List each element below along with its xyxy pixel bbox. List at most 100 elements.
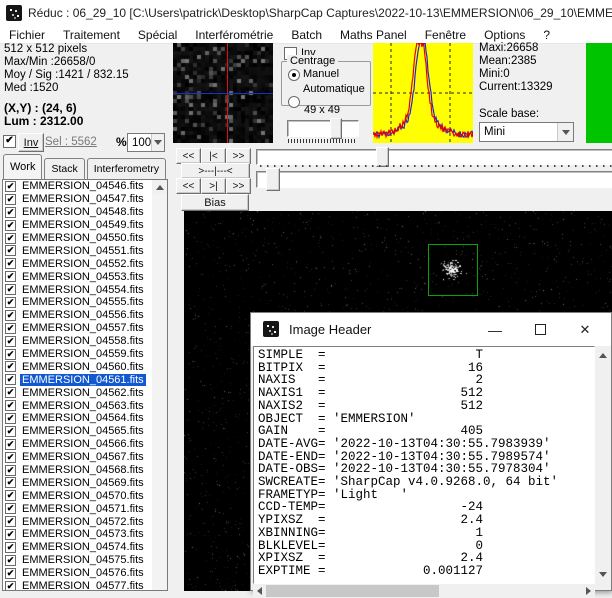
file-checkbox[interactable]: ✔ xyxy=(5,413,16,424)
file-checkbox[interactable]: ✔ xyxy=(5,490,16,501)
list-item[interactable]: ✔EMMERSION_04568.fits xyxy=(3,464,167,477)
menu-item-options[interactable]: Options xyxy=(475,28,534,42)
file-checkbox[interactable]: ✔ xyxy=(5,581,16,591)
nav-prev-fast-button[interactable]: << xyxy=(176,148,201,164)
menu-item-traitement[interactable]: Traitement xyxy=(54,28,129,42)
list-item[interactable]: ✔EMMERSION_04555.fits xyxy=(3,296,167,309)
list-item[interactable]: ✔EMMERSION_04557.fits xyxy=(3,322,167,335)
file-checkbox[interactable]: ✔ xyxy=(5,336,16,347)
list-item[interactable]: ✔EMMERSION_04559.fits xyxy=(3,348,167,361)
box-size-slider[interactable] xyxy=(287,120,359,137)
maximize-button[interactable] xyxy=(518,313,562,346)
list-item[interactable]: ✔EMMERSION_04547.fits xyxy=(3,193,167,206)
dialog-title-bar[interactable]: Image Header — ✕ xyxy=(251,313,611,346)
nav-current-button[interactable]: >| xyxy=(201,178,226,194)
radio-manual[interactable] xyxy=(288,69,300,81)
list-item[interactable]: ✔EMMERSION_04563.fits xyxy=(3,399,167,412)
file-checkbox[interactable]: ✔ xyxy=(5,374,16,385)
scroll-right-button[interactable] xyxy=(582,584,595,598)
scale-base-select[interactable]: Mini xyxy=(479,122,574,142)
file-checkbox[interactable]: ✔ xyxy=(5,400,16,411)
file-checkbox[interactable]: ✔ xyxy=(5,220,16,231)
inv-checkbox[interactable]: ✔ xyxy=(3,135,16,148)
list-item[interactable]: ✔EMMERSION_04560.fits xyxy=(3,360,167,373)
nav-next-fast-button[interactable]: >> xyxy=(226,148,251,164)
file-checkbox[interactable]: ✔ xyxy=(5,233,16,244)
nav-prev-button[interactable]: << xyxy=(176,178,201,194)
sel-count-link[interactable]: Sel : 5562 xyxy=(45,136,97,148)
minimize-button[interactable]: — xyxy=(473,313,517,346)
close-button[interactable]: ✕ xyxy=(563,313,607,346)
file-checkbox[interactable]: ✔ xyxy=(5,542,16,553)
file-checkbox[interactable]: ✔ xyxy=(5,207,16,218)
list-item[interactable]: ✔EMMERSION_04564.fits xyxy=(3,412,167,425)
menu-item-maths-panel[interactable]: Maths Panel xyxy=(331,28,416,42)
list-item[interactable]: ✔EMMERSION_04549.fits xyxy=(3,219,167,232)
radio-manual-label[interactable]: Manuel xyxy=(303,68,339,80)
file-checkbox[interactable]: ✔ xyxy=(5,439,16,450)
fits-header-panel[interactable]: SIMPLE = T BITPIX = 16 NAXIS = 2 NAXIS1 … xyxy=(253,346,595,584)
list-item[interactable]: ✔EMMERSION_04571.fits xyxy=(3,502,167,515)
zoom-dropdown-arrow[interactable] xyxy=(151,134,164,151)
file-checkbox[interactable]: ✔ xyxy=(5,529,16,540)
file-checkbox[interactable]: ✔ xyxy=(5,465,16,476)
dialog-hscrollbar[interactable] xyxy=(253,584,595,598)
frame-slider[interactable] xyxy=(256,149,612,165)
tab-interferometry[interactable]: Interferometry xyxy=(87,158,166,179)
file-checkbox[interactable]: ✔ xyxy=(5,361,16,372)
file-checkbox[interactable]: ✔ xyxy=(5,349,16,360)
file-list[interactable]: ✔EMMERSION_04546.fits✔EMMERSION_04547.fi… xyxy=(2,179,168,591)
list-item[interactable]: ✔EMMERSION_04574.fits xyxy=(3,541,167,554)
file-checkbox[interactable]: ✔ xyxy=(5,258,16,269)
file-checkbox[interactable]: ✔ xyxy=(5,323,16,334)
list-item[interactable]: ✔EMMERSION_04554.fits xyxy=(3,283,167,296)
file-checkbox[interactable]: ✔ xyxy=(5,310,16,321)
list-item[interactable]: ✔EMMERSION_04567.fits xyxy=(3,451,167,464)
file-checkbox[interactable]: ✔ xyxy=(5,284,16,295)
menu-item-batch[interactable]: Batch xyxy=(282,28,331,42)
file-checkbox[interactable]: ✔ xyxy=(5,426,16,437)
list-item[interactable]: ✔EMMERSION_04562.fits xyxy=(3,386,167,399)
bias-button[interactable]: Bias xyxy=(181,194,249,211)
nav-center-button[interactable]: >---|---< xyxy=(181,163,250,179)
file-checkbox[interactable]: ✔ xyxy=(5,477,16,488)
list-item[interactable]: ✔EMMERSION_04565.fits xyxy=(3,425,167,438)
tab-work[interactable]: Work xyxy=(3,154,42,179)
file-checkbox[interactable]: ✔ xyxy=(5,181,16,192)
list-item[interactable]: ✔EMMERSION_04575.fits xyxy=(3,554,167,567)
menu-item-?[interactable]: ? xyxy=(534,28,559,42)
list-item[interactable]: ✔EMMERSION_04558.fits xyxy=(3,335,167,348)
scale-base-dropdown-arrow[interactable] xyxy=(557,123,573,141)
list-item[interactable]: ✔EMMERSION_04546.fits xyxy=(3,180,167,193)
list-item[interactable]: ✔EMMERSION_04573.fits xyxy=(3,528,167,541)
frame-slider-thumb[interactable] xyxy=(376,147,389,167)
scroll-left-button[interactable] xyxy=(253,584,266,598)
tab-stack[interactable]: Stack xyxy=(44,158,84,179)
list-item[interactable]: ✔EMMERSION_04577.fits xyxy=(3,580,167,591)
list-item[interactable]: ✔EMMERSION_04576.fits xyxy=(3,567,167,580)
file-checkbox[interactable]: ✔ xyxy=(5,271,16,282)
inv-button[interactable]: Inv xyxy=(18,133,44,152)
list-item[interactable]: ✔EMMERSION_04552.fits xyxy=(3,257,167,270)
threshold-slider-thumb[interactable] xyxy=(266,168,280,191)
hscrollbar-thumb[interactable] xyxy=(266,585,439,597)
threshold-slider[interactable] xyxy=(256,171,612,188)
menu-item-fen-tre[interactable]: Fenêtre xyxy=(416,28,475,42)
zoom-thumbnail[interactable] xyxy=(173,43,273,143)
radio-automatic-label[interactable]: Automatique xyxy=(303,83,365,95)
zoom-select[interactable]: 100 xyxy=(127,133,165,152)
list-item[interactable]: ✔EMMERSION_04570.fits xyxy=(3,489,167,502)
list-item[interactable]: ✔EMMERSION_04548.fits xyxy=(3,206,167,219)
file-checkbox[interactable]: ✔ xyxy=(5,297,16,308)
file-checkbox[interactable]: ✔ xyxy=(5,194,16,205)
menu-item-fichier[interactable]: Fichier xyxy=(0,28,54,42)
file-checkbox[interactable]: ✔ xyxy=(5,503,16,514)
menu-item-sp-cial[interactable]: Spécial xyxy=(129,28,186,42)
box-size-slider-thumb[interactable] xyxy=(330,118,342,139)
scroll-down-button[interactable] xyxy=(595,567,611,582)
file-checkbox[interactable]: ✔ xyxy=(5,516,16,527)
list-item[interactable]: ✔EMMERSION_04550.fits xyxy=(3,232,167,245)
file-checkbox[interactable]: ✔ xyxy=(5,452,16,463)
dialog-vscrollbar[interactable] xyxy=(595,348,611,582)
nav-first-button[interactable]: |< xyxy=(201,148,226,164)
